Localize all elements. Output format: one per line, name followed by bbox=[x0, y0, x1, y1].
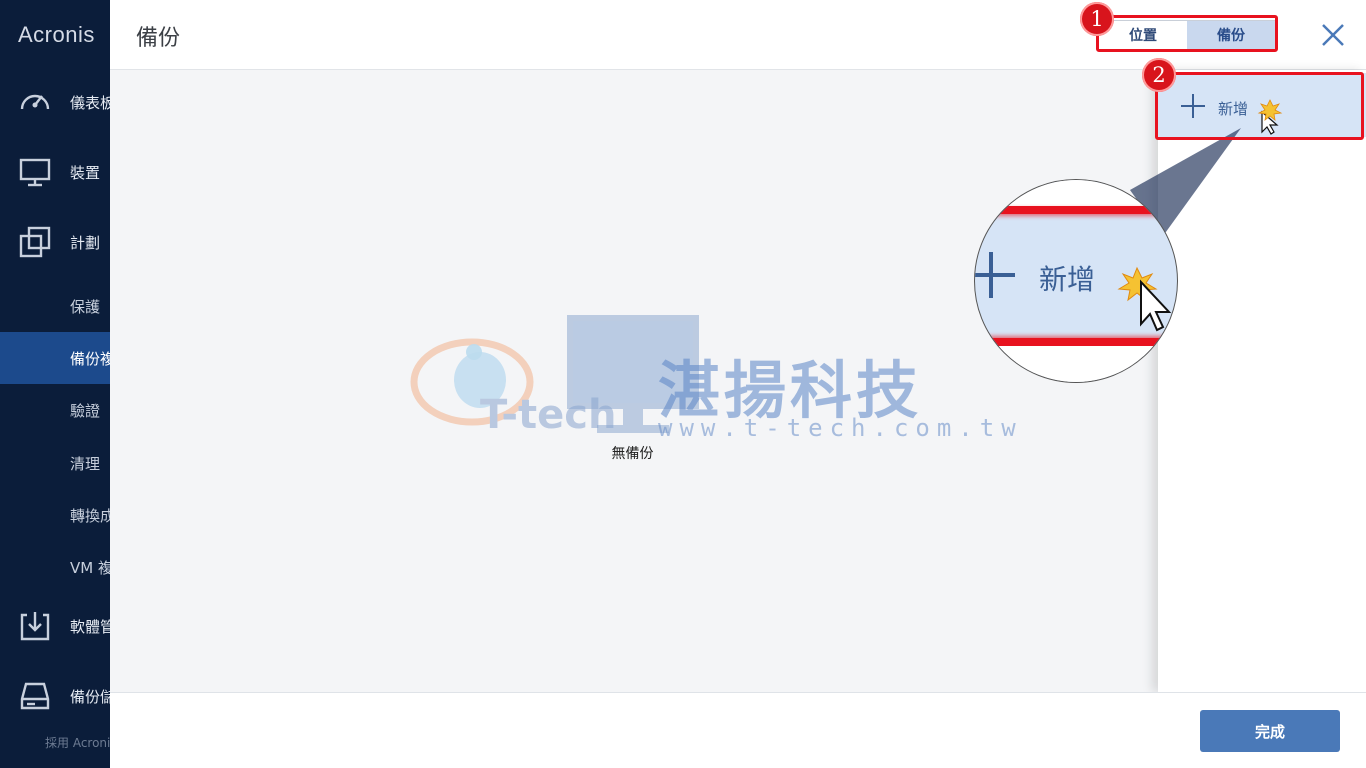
sidebar-item-label: 軟體管 bbox=[70, 617, 110, 636]
sidebar-item-label: 儀表板 bbox=[70, 93, 110, 112]
watermark: T-tech 湛揚科技 www.t-tech.com.tw bbox=[408, 330, 1016, 442]
close-icon[interactable] bbox=[1318, 20, 1348, 50]
magnifier-cursor-icon bbox=[1117, 266, 1172, 332]
download-icon bbox=[20, 612, 50, 641]
highlight-add-button bbox=[1155, 72, 1364, 140]
sidebar-subitem-label: 驗證 bbox=[70, 401, 101, 420]
sidebar-subitem-protect[interactable]: 保護 bbox=[0, 280, 110, 332]
sidebar-item-plans[interactable]: 計劃 bbox=[0, 212, 110, 272]
backup-actions-panel: 新增 bbox=[1158, 70, 1366, 692]
empty-state-text: 無備份 bbox=[611, 446, 654, 462]
sidebar-footer: 採用 Acronis bbox=[45, 736, 110, 750]
sidebar-item-label: 計劃 bbox=[70, 233, 101, 252]
dialog-footer: 完成 bbox=[110, 692, 1366, 768]
sidebar-subitem-cleanup[interactable]: 清理 bbox=[0, 437, 110, 489]
sidebar-item-backup-storage[interactable]: 備份儲 bbox=[0, 666, 110, 726]
magnifier-highlight-top bbox=[975, 206, 1177, 214]
sidebar-item-dashboard[interactable]: 儀表板 bbox=[0, 72, 110, 132]
sidebar-subitem-backup-replication[interactable]: 備份複 bbox=[0, 332, 110, 384]
magnifier-top-area bbox=[975, 180, 1177, 206]
step-marker-1: 1 bbox=[1080, 2, 1114, 36]
brand-logo: Acronis bbox=[18, 22, 95, 47]
dashboard-icon bbox=[20, 94, 50, 110]
sidebar-subitem-vm-replication[interactable]: VM 複 bbox=[0, 541, 110, 593]
sidebar-item-devices[interactable]: 裝置 bbox=[0, 142, 110, 202]
magnifier-label: 新增 bbox=[1039, 263, 1096, 296]
watermark-url: www.t-tech.com.tw bbox=[658, 414, 1023, 442]
dialog-title: 備份 bbox=[136, 26, 181, 51]
magnifier-bottom-area bbox=[975, 346, 1177, 382]
step-marker-2: 2 bbox=[1142, 58, 1176, 92]
sidebar: Acronis 儀表板 裝置 計劃 保護 備份複 驗證 清理 轉換成 VM 複 … bbox=[0, 0, 110, 768]
magnifier-highlight-bottom bbox=[975, 338, 1177, 346]
sidebar-item-label: 裝置 bbox=[70, 163, 101, 182]
sidebar-subitem-label: VM 複 bbox=[70, 558, 110, 577]
sidebar-subitem-label: 轉換成 bbox=[70, 506, 110, 525]
sidebar-subitem-validation[interactable]: 驗證 bbox=[0, 384, 110, 436]
sidebar-item-software[interactable]: 軟體管 bbox=[0, 596, 110, 656]
storage-icon bbox=[20, 682, 50, 710]
sidebar-subitem-convert[interactable]: 轉換成 bbox=[0, 489, 110, 541]
magnifier: 新增 bbox=[974, 179, 1178, 383]
sidebar-item-label: 備份儲 bbox=[70, 687, 110, 706]
sidebar-subitem-label: 保護 bbox=[70, 297, 101, 316]
done-button[interactable]: 完成 bbox=[1200, 710, 1340, 752]
sidebar-subitem-label: 備份複 bbox=[70, 349, 110, 368]
magnifier-plus-icon bbox=[975, 252, 1015, 298]
sidebar-subitem-label: 清理 bbox=[70, 454, 101, 473]
monitor-icon bbox=[19, 158, 51, 187]
highlight-view-toggle bbox=[1096, 15, 1278, 52]
watermark-brand: T-tech bbox=[480, 392, 617, 438]
plans-icon bbox=[19, 226, 51, 258]
